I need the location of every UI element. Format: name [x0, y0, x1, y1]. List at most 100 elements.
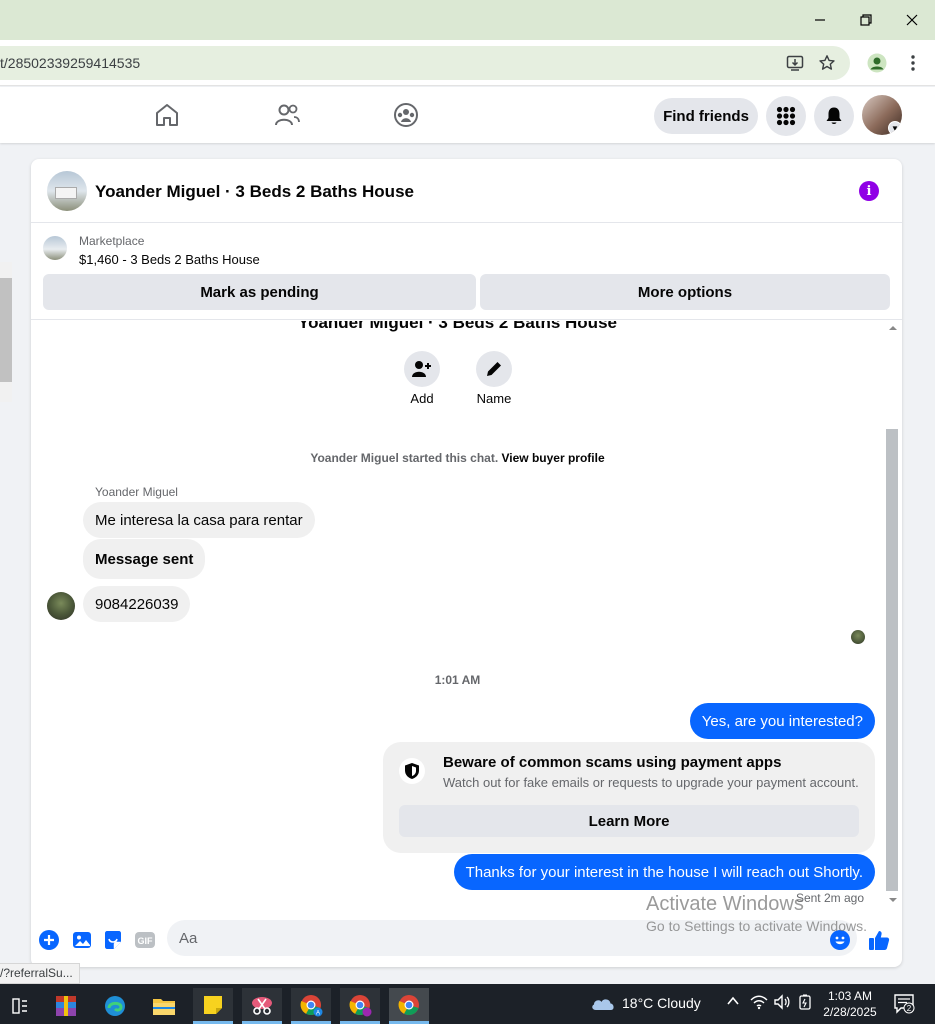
like-button[interactable] — [868, 929, 890, 951]
taskbar-app-chrome-profile-b[interactable] — [340, 988, 380, 1024]
scam-warning-card: Beware of common scams using payment app… — [383, 742, 875, 853]
gif-icon: GIF — [135, 932, 155, 948]
chat-scrollbar-thumb[interactable] — [886, 429, 898, 891]
battery-button[interactable] — [798, 994, 812, 1013]
add-people-action[interactable]: Add — [392, 351, 452, 406]
shield-icon — [399, 758, 425, 784]
edge-icon — [105, 996, 125, 1016]
view-buyer-profile-link[interactable]: View buyer profile — [502, 451, 605, 465]
taskbar-app-chrome-profile-a[interactable]: A — [291, 988, 331, 1024]
wifi-icon — [750, 995, 768, 1010]
scroll-down-icon[interactable] — [886, 895, 900, 905]
listing-thumbnail[interactable] — [43, 236, 67, 260]
kebab-menu-icon — [911, 55, 915, 71]
cloud-icon — [592, 999, 614, 1010]
minimize-button[interactable] — [805, 8, 835, 32]
clock-date: 2/28/2025 — [823, 1005, 877, 1019]
network-button[interactable] — [750, 994, 768, 1013]
account-avatar-button[interactable]: ▼ — [862, 95, 902, 135]
mark-as-pending-button[interactable]: Mark as pending — [43, 274, 476, 310]
nav-friends[interactable] — [273, 101, 301, 129]
chrome-menu-button[interactable] — [902, 52, 924, 74]
more-options-button[interactable]: More options — [480, 274, 890, 310]
add-person-icon — [404, 351, 440, 387]
close-window-button[interactable] — [897, 8, 927, 32]
sticker-icon — [105, 931, 121, 949]
notification-icon: 2 — [894, 994, 915, 1014]
install-app-button[interactable] — [784, 52, 806, 74]
nav-home[interactable] — [153, 101, 181, 129]
volume-button[interactable] — [773, 994, 791, 1013]
find-friends-button[interactable]: Find friends — [654, 98, 758, 134]
star-icon — [819, 55, 835, 70]
chrome-icon — [398, 994, 419, 1015]
friends-icon — [275, 104, 300, 126]
gif-button[interactable]: GIF — [134, 929, 156, 951]
chat-started-text: Yoander Miguel started this chat. — [310, 451, 499, 465]
restore-button[interactable] — [851, 8, 881, 32]
learn-more-button[interactable]: Learn More — [399, 805, 859, 837]
chat-scrollbar[interactable] — [884, 321, 898, 906]
menu-button[interactable] — [766, 96, 806, 136]
taskbar-app-snipping-tool[interactable] — [242, 988, 282, 1024]
scam-warning-subtitle: Watch out for fake emails or requests to… — [443, 775, 859, 790]
taskbar-app-sticky-notes[interactable] — [193, 988, 233, 1024]
notification-center-button[interactable]: 2 — [893, 992, 915, 1017]
notification-count: 2 — [907, 1004, 912, 1013]
taskbar-app-chrome-profile-c[interactable] — [389, 988, 429, 1024]
chat-window: Yoander Miguel · 3 Beds 2 Baths House i … — [31, 159, 902, 967]
sticker-button[interactable] — [102, 929, 124, 951]
plus-circle-icon — [39, 930, 59, 950]
status-link-preview: /?referralSu... — [0, 963, 80, 984]
sender-avatar[interactable] — [47, 592, 75, 620]
emoji-button[interactable] — [829, 929, 851, 951]
page-scrollbar[interactable] — [0, 262, 12, 402]
show-hidden-icons-button[interactable] — [726, 994, 740, 1011]
chrome-profile-button[interactable] — [866, 52, 888, 74]
pencil-icon — [476, 351, 512, 387]
chrome-icon: A — [300, 994, 323, 1016]
message-input[interactable] — [167, 920, 857, 956]
weather-text: 18°C Cloudy — [622, 995, 701, 1011]
read-receipt-avatar — [851, 630, 865, 644]
battery-icon — [799, 994, 811, 1010]
minimize-icon — [815, 19, 825, 21]
notifications-button[interactable] — [814, 96, 854, 136]
scissors-icon — [252, 996, 272, 1015]
sticky-notes-icon — [204, 995, 222, 1014]
task-view-button[interactable] — [0, 988, 40, 1024]
url-text[interactable]: t/28502339259414535 — [0, 55, 140, 71]
thumbs-up-icon — [869, 931, 890, 950]
name-chat-action[interactable]: Name — [464, 351, 524, 406]
nav-groups[interactable] — [392, 101, 420, 129]
thread-intro-title: Yoander Miguel · 3 Beds 2 Baths House — [298, 321, 617, 332]
page-scrollbar-thumb[interactable] — [0, 278, 12, 382]
taskbar-app-file-explorer[interactable] — [144, 988, 184, 1024]
incoming-message[interactable]: 9084226039 — [83, 586, 191, 622]
chat-title[interactable]: Yoander Miguel · 3 Beds 2 Baths House — [95, 182, 414, 202]
scroll-up-icon[interactable] — [886, 323, 900, 333]
incoming-message[interactable]: Me interesa la casa para rentar — [83, 502, 315, 538]
taskbar-app-edge[interactable] — [95, 988, 135, 1024]
listing-title[interactable]: $1,460 - 3 Beds 2 Baths House — [79, 252, 260, 267]
chat-started-notice: Yoander Miguel started this chat. View b… — [31, 451, 884, 465]
name-label: Name — [476, 391, 512, 406]
message-timestamp: 1:01 AM — [434, 673, 481, 687]
outgoing-message[interactable]: Thanks for your interest in the house I … — [453, 854, 875, 890]
attach-photo-button[interactable] — [71, 929, 93, 951]
outgoing-message[interactable]: Yes, are you interested? — [689, 703, 875, 739]
folder-icon — [153, 999, 175, 1015]
bookmark-button[interactable] — [816, 52, 838, 74]
incoming-message[interactable]: Message sent — [83, 539, 206, 579]
more-actions-button[interactable] — [38, 929, 60, 951]
info-icon[interactable]: i — [859, 181, 879, 201]
clock[interactable]: 1:03 AM 2/28/2025 — [816, 988, 884, 1020]
chat-avatar[interactable] — [47, 171, 87, 211]
profile-icon — [867, 53, 887, 73]
message-thread[interactable]: Yoander Miguel · 3 Beds 2 Baths House Ad… — [31, 321, 902, 911]
weather-widget[interactable]: 18°C Cloudy — [590, 994, 701, 1012]
listing-source: Marketplace — [79, 234, 145, 248]
grid-menu-icon — [776, 106, 796, 126]
address-bar[interactable]: t/28502339259414535 — [0, 46, 850, 80]
taskbar-app-winrar[interactable] — [46, 988, 86, 1024]
